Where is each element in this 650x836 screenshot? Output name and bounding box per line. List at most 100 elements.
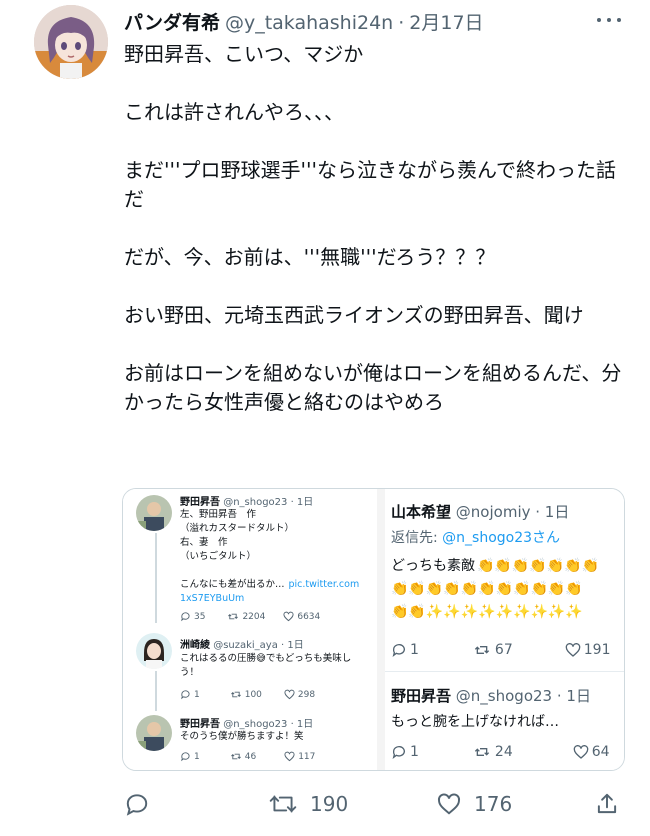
more-icon[interactable] bbox=[594, 10, 624, 30]
tweet-paragraph: これは許されんやろ、、、 bbox=[124, 100, 344, 124]
post-handle: @suzaki_aya bbox=[213, 640, 278, 651]
retweet-count: 24 bbox=[494, 744, 513, 760]
post-author: 野田昇吾 bbox=[180, 719, 220, 730]
like-icon bbox=[573, 745, 589, 759]
retweet-count: 67 bbox=[494, 642, 513, 658]
like-icon bbox=[284, 689, 295, 700]
share-button[interactable] bbox=[594, 784, 632, 824]
post-time: · 1日 bbox=[290, 497, 314, 508]
like-icon bbox=[565, 643, 581, 657]
retweet-count: 2204 bbox=[242, 611, 266, 622]
clap-emoji: 👏👏👏👏👏👏👏 bbox=[477, 558, 600, 574]
post-line: う！ bbox=[180, 667, 200, 678]
post-line: 右、妻 作 bbox=[180, 537, 228, 548]
post-line: 左、野田昇吾 作 bbox=[180, 509, 257, 520]
post-author: 洲崎綾 bbox=[180, 640, 210, 651]
retweet-icon bbox=[474, 646, 490, 654]
like-icon bbox=[283, 611, 294, 622]
tweet-text: 野田昇吾、こいつ、マジか これは許されんやろ、、、 まだ'''プロ野球選手'''… bbox=[124, 40, 634, 417]
post-actions: 1 100 298 bbox=[180, 689, 315, 700]
post-author: 野田昇吾 bbox=[180, 497, 220, 508]
thread-line bbox=[155, 533, 157, 623]
like-count: 176 bbox=[474, 792, 513, 816]
post-line: こんなにも差が出るか… bbox=[180, 579, 285, 590]
screenshot-right: 山本希望 @nojomiy · 1日 返信先: @n_shogo23さん どっち… bbox=[385, 489, 624, 770]
post-handle: @n_shogo23 bbox=[223, 719, 288, 730]
retweet-count: 46 bbox=[244, 751, 257, 762]
post-handle: @n_shogo23 bbox=[223, 497, 288, 508]
like-count: 298 bbox=[297, 689, 316, 700]
tweet-actions: 190 176 bbox=[0, 784, 650, 824]
reply-button[interactable] bbox=[124, 784, 162, 824]
retweet-icon bbox=[230, 753, 241, 760]
post-text: もっと腕を上げなければ… bbox=[391, 714, 559, 730]
display-name[interactable]: パンダ有希 bbox=[124, 8, 220, 35]
separator-dot: · bbox=[398, 12, 405, 34]
post-line: これはるるの圧勝😅でもどっちも美味し bbox=[180, 653, 352, 664]
like-icon bbox=[284, 751, 295, 762]
post-link: pic.twitter.com bbox=[288, 579, 360, 590]
clap-emoji: 👏👏✨✨✨✨✨✨✨✨✨ bbox=[391, 604, 583, 620]
share-icon bbox=[597, 793, 617, 814]
post-line bbox=[180, 564, 359, 578]
reply-icon bbox=[392, 644, 405, 657]
like-count: 64 bbox=[591, 744, 610, 760]
reply-count: 1 bbox=[410, 744, 419, 760]
post-actions: 1 46 117 bbox=[180, 751, 315, 762]
image-divider bbox=[377, 489, 385, 770]
post-time: · 1日 bbox=[556, 687, 591, 705]
avatar-illustration bbox=[34, 5, 108, 79]
post-link: 1xS7EYBuUm bbox=[180, 593, 245, 604]
tweet-paragraph: 野田昇吾、こいつ、マジか bbox=[124, 42, 364, 66]
post-actions: 35 2204 6634 bbox=[180, 611, 320, 622]
retweet-icon bbox=[228, 613, 239, 620]
reply-icon bbox=[181, 690, 190, 700]
tweet-paragraph: おい野田、元埼玉西武ライオンズの野田昇吾、聞け bbox=[124, 303, 584, 327]
like-count: 117 bbox=[298, 751, 316, 762]
post-handle: @n_shogo23 bbox=[455, 687, 553, 705]
retweet-count: 100 bbox=[244, 689, 262, 700]
reply-icon bbox=[126, 794, 148, 816]
retweet-icon bbox=[474, 748, 490, 756]
post-handle: @nojomiy bbox=[455, 503, 531, 521]
like-icon bbox=[438, 793, 460, 815]
retweet-icon bbox=[230, 691, 241, 698]
post-actions: 1 67 191 bbox=[391, 642, 610, 658]
clap-emoji: 👏👏👏👏👏👏👏👏👏👏👏 bbox=[391, 581, 583, 597]
retweet-count: 190 bbox=[310, 792, 349, 816]
avatar[interactable] bbox=[34, 5, 108, 79]
reply-count: 35 bbox=[194, 611, 206, 622]
reply-to-label: 返信先: bbox=[391, 530, 443, 546]
tweet-paragraph: だが、今、お前は、'''無職'''だろう？？？ bbox=[124, 245, 496, 269]
attached-image[interactable]: 野田昇吾 @n_shogo23 · 1日 左、野田昇吾 作 （溢れカスタードタル… bbox=[122, 488, 625, 771]
user-handle[interactable]: @y_takahashi24n bbox=[225, 12, 393, 34]
noda-avatar bbox=[136, 495, 172, 531]
post-divider bbox=[385, 671, 624, 672]
tweet-header: パンダ有希 @y_takahashi24n · 2月17日 bbox=[124, 8, 484, 34]
tweet-paragraph: まだ'''プロ野球選手'''なら泣きながら羨んで終わった話だ bbox=[124, 158, 616, 211]
like-button[interactable]: 176 bbox=[436, 784, 512, 824]
post-line: （いちごタルト） bbox=[180, 551, 257, 562]
reply-count: 1 bbox=[410, 642, 419, 658]
thread-line bbox=[155, 671, 157, 711]
post-line: （溢れカスタードタルト） bbox=[180, 523, 295, 534]
reply-icon bbox=[181, 612, 190, 622]
tweet-date[interactable]: 2月17日 bbox=[409, 8, 483, 35]
post-text: どっちも素敵 bbox=[391, 558, 475, 574]
retweet-button[interactable]: 190 bbox=[268, 784, 348, 824]
retweet-icon bbox=[269, 795, 297, 813]
screenshot-left: 野田昇吾 @n_shogo23 · 1日 左、野田昇吾 作 （溢れカスタードタル… bbox=[123, 489, 377, 770]
post-actions: 1 24 64 bbox=[391, 744, 610, 760]
like-count: 191 bbox=[583, 642, 611, 658]
post-line: そのうち僕が勝ちますよ！笑 bbox=[180, 731, 304, 742]
like-count: 6634 bbox=[297, 611, 321, 622]
reply-count: 1 bbox=[194, 751, 200, 762]
post-author: 山本希望 bbox=[391, 503, 452, 521]
suzaki-avatar bbox=[136, 633, 172, 669]
noda-avatar bbox=[136, 715, 172, 751]
reply-count: 1 bbox=[194, 689, 200, 700]
reply-icon bbox=[392, 746, 405, 759]
post-author: 野田昇吾 bbox=[391, 687, 452, 705]
post-time: · 1日 bbox=[535, 503, 570, 521]
post-time: · 1日 bbox=[290, 719, 314, 730]
